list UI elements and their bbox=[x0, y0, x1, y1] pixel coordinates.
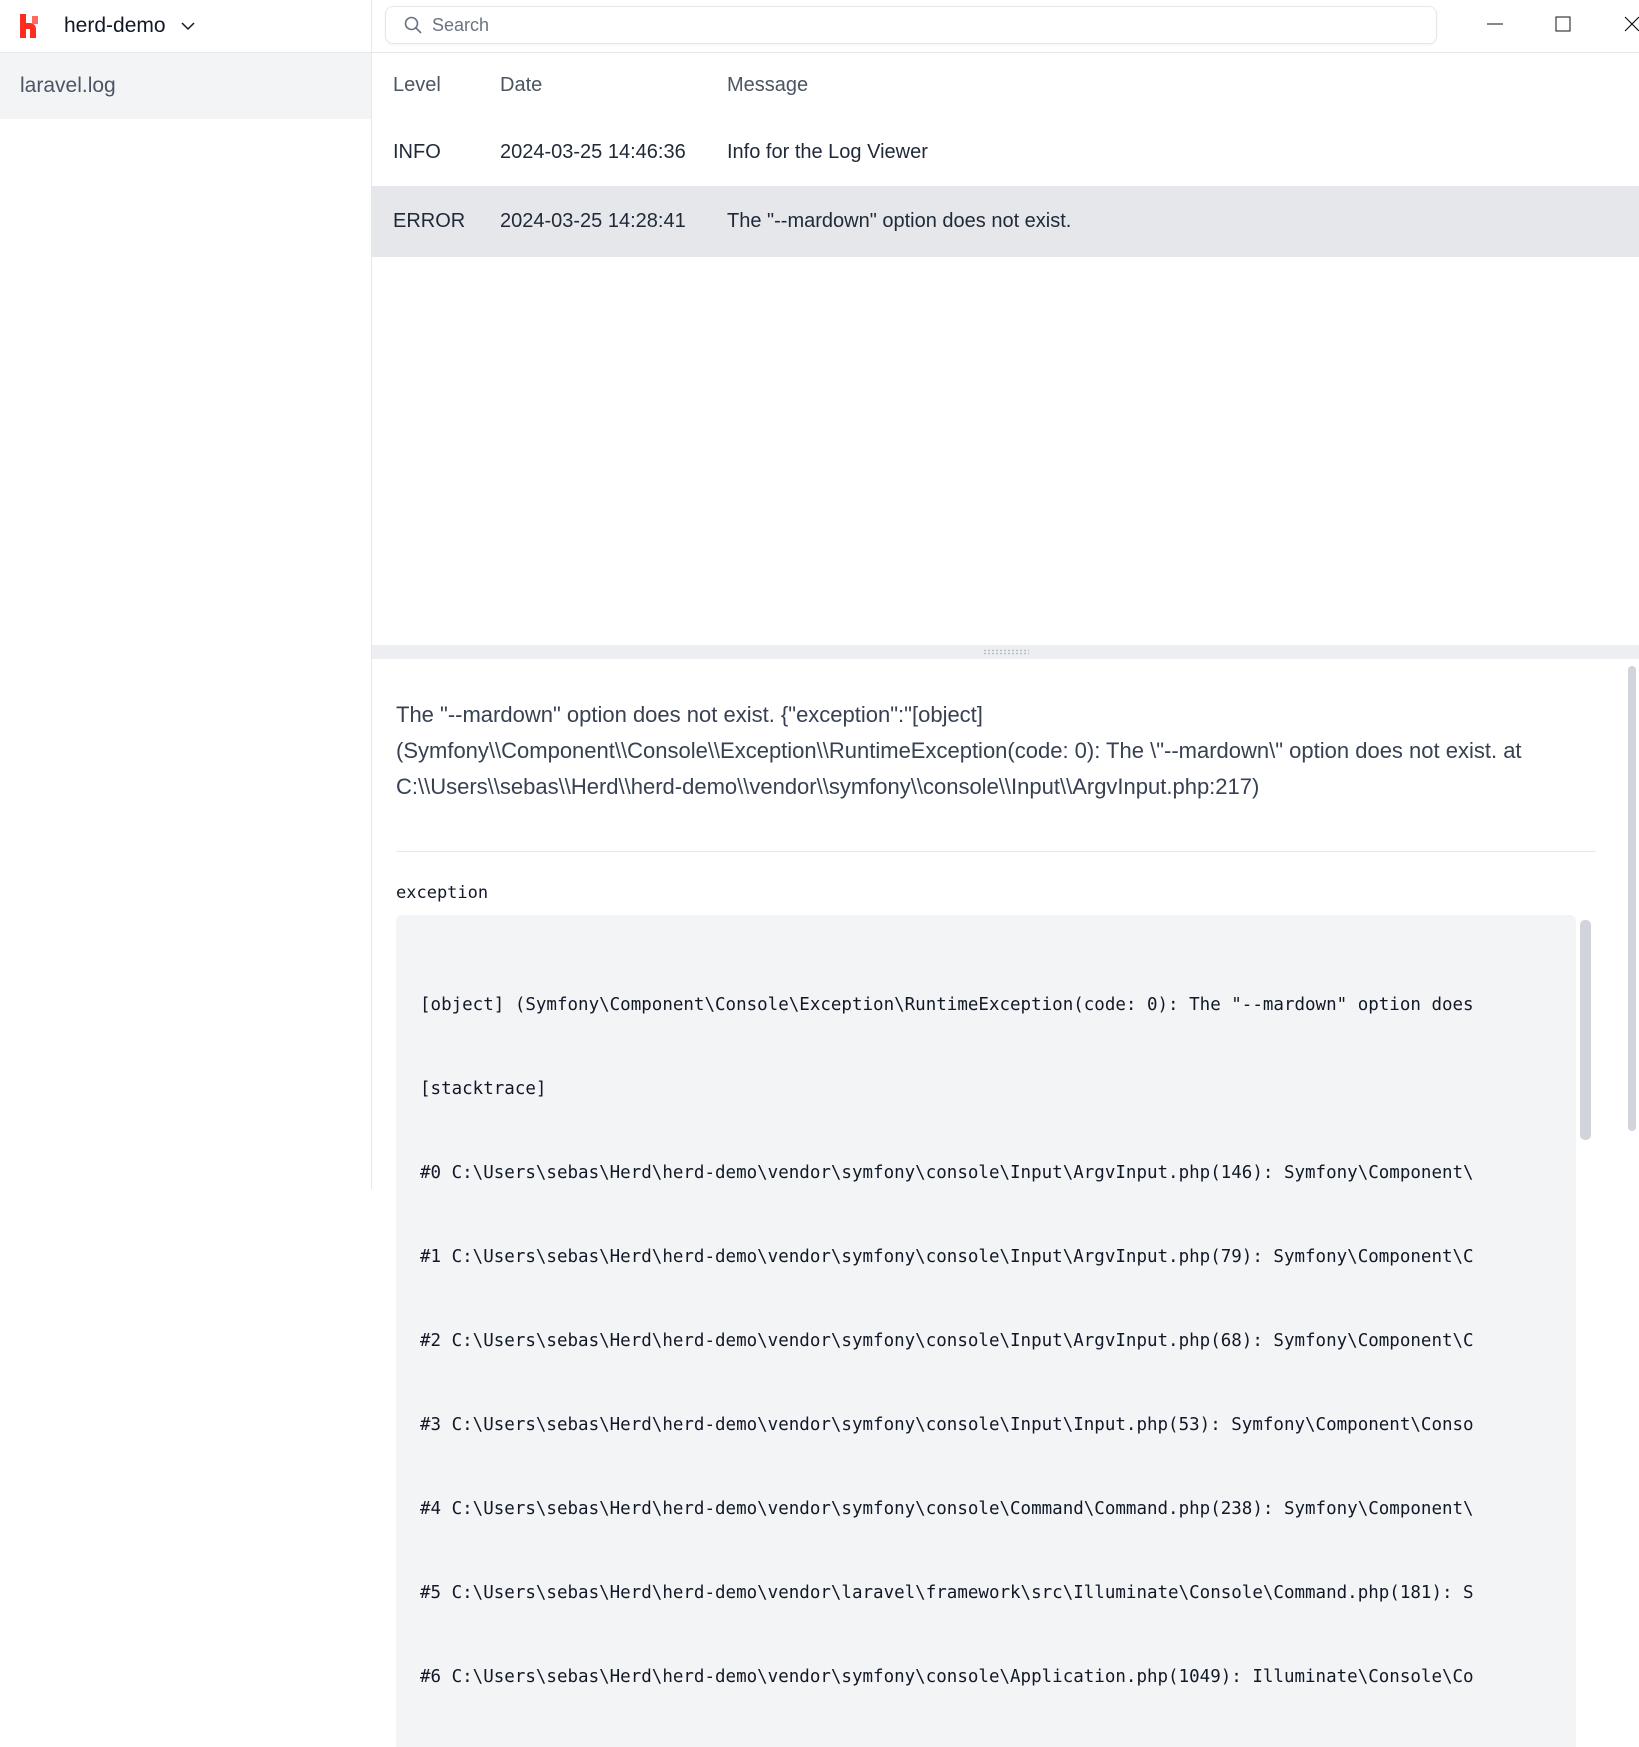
row-message: The "--mardown" option does not exist. bbox=[727, 210, 1071, 233]
detail-scrollbar[interactable] bbox=[1628, 666, 1636, 1131]
context-label: exception bbox=[396, 883, 488, 903]
maximize-button[interactable] bbox=[1543, 8, 1583, 40]
search-icon bbox=[404, 16, 422, 34]
search-input[interactable] bbox=[432, 15, 1332, 36]
herd-logo-icon bbox=[20, 14, 40, 38]
sidebar: herd-demo laravel.log bbox=[0, 0, 372, 1189]
search-box[interactable] bbox=[385, 6, 1437, 44]
sidebar-item-laravel-log[interactable]: laravel.log bbox=[0, 53, 371, 119]
code-line: [stacktrace] bbox=[420, 1075, 1576, 1103]
chevron-down-icon bbox=[180, 18, 196, 34]
header-level: Level bbox=[393, 74, 441, 97]
code-line: #2 C:\Users\sebas\Herd\herd-demo\vendor\… bbox=[420, 1327, 1576, 1355]
project-name: herd-demo bbox=[64, 14, 166, 38]
table-header: Level Date Message bbox=[372, 53, 1639, 117]
close-icon bbox=[1624, 16, 1639, 32]
code-line: #5 C:\Users\sebas\Herd\herd-demo\vendor\… bbox=[420, 1579, 1576, 1607]
code-line: #4 C:\Users\sebas\Herd\herd-demo\vendor\… bbox=[420, 1495, 1576, 1523]
row-level: ERROR bbox=[393, 210, 465, 233]
row-level: INFO bbox=[393, 141, 441, 164]
row-message: Info for the Log Viewer bbox=[727, 141, 928, 164]
code-line: #1 C:\Users\sebas\Herd\herd-demo\vendor\… bbox=[420, 1243, 1576, 1271]
header-date: Date bbox=[500, 74, 542, 97]
detail-message: The "--mardown" option does not exist. {… bbox=[396, 697, 1566, 805]
table-row[interactable]: INFO 2024-03-25 14:46:36 Info for the Lo… bbox=[372, 117, 1639, 187]
code-scrollbar[interactable] bbox=[1580, 920, 1591, 1140]
toolbar bbox=[372, 0, 1639, 53]
code-line: #6 C:\Users\sebas\Herd\herd-demo\vendor\… bbox=[420, 1663, 1576, 1691]
code-line: #3 C:\Users\sebas\Herd\herd-demo\vendor\… bbox=[420, 1411, 1576, 1439]
minimize-icon bbox=[1487, 16, 1503, 32]
maximize-icon bbox=[1555, 16, 1571, 32]
row-date: 2024-03-25 14:28:41 bbox=[500, 210, 686, 233]
resize-handle[interactable] bbox=[372, 645, 1639, 659]
close-button[interactable] bbox=[1612, 8, 1639, 40]
stacktrace-block: [object] (Symfony\Component\Console\Exce… bbox=[396, 915, 1576, 1747]
table-row-selected[interactable]: ERROR 2024-03-25 14:28:41 The "--mardown… bbox=[372, 186, 1639, 257]
code-line: [object] (Symfony\Component\Console\Exce… bbox=[420, 991, 1576, 1019]
grip-icon bbox=[983, 649, 1029, 655]
project-switcher[interactable]: herd-demo bbox=[0, 0, 371, 53]
code-line: #0 C:\Users\sebas\Herd\herd-demo\vendor\… bbox=[420, 1159, 1576, 1187]
minimize-button[interactable] bbox=[1475, 8, 1515, 40]
row-date: 2024-03-25 14:46:36 bbox=[500, 141, 686, 164]
header-message: Message bbox=[727, 74, 808, 97]
log-table: Level Date Message INFO 2024-03-25 14:46… bbox=[372, 53, 1639, 646]
divider bbox=[396, 851, 1596, 852]
